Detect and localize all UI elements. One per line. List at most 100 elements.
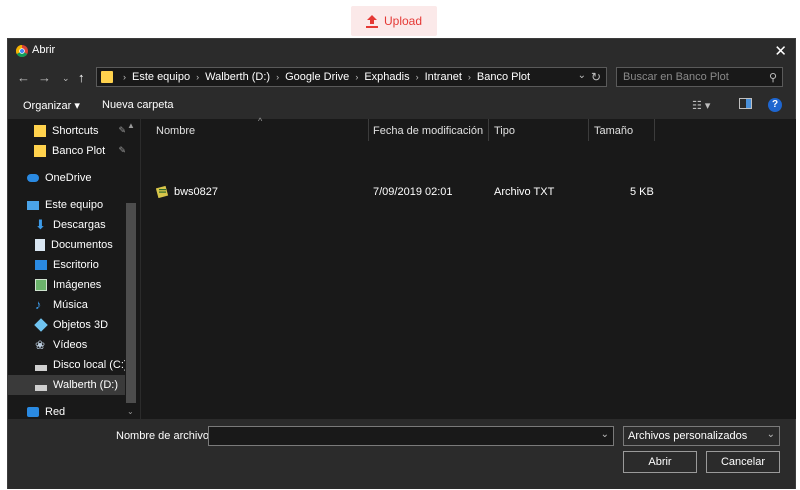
sidebar-scrollbar-thumb[interactable] [126,203,136,403]
sidebar-item-imagenes[interactable]: Imágenes [8,275,128,295]
column-divider[interactable] [488,119,489,141]
breadcrumb: › Este equipo › Walberth (D:) › Google D… [117,71,530,83]
column-header-type[interactable]: Tipo [494,125,515,145]
refresh-icon[interactable]: ↻ [591,70,601,84]
address-bar[interactable]: › Este equipo › Walberth (D:) › Google D… [96,67,607,87]
column-header-modified[interactable]: Fecha de modificación [373,125,483,145]
breadcrumb-item[interactable]: Este equipo [132,71,190,83]
download-icon: ⬇ [35,217,46,232]
search-input[interactable] [623,70,761,84]
breadcrumb-separator-icon: › [196,72,200,82]
preview-pane-icon[interactable] [739,98,752,112]
computer-icon [27,200,39,210]
filetype-value: Archivos personalizados [628,430,748,442]
cancel-button[interactable]: Cancelar [706,451,780,473]
sidebar-item-label: Banco Plot [52,145,106,157]
sidebar-item-este-equipo[interactable]: Este equipo [8,195,128,215]
sidebar-item-shortcuts[interactable]: Shortcuts ✎ [8,121,128,141]
drive-icon [35,384,47,391]
cloud-icon [27,174,39,182]
sidebar-item-onedrive[interactable]: OneDrive [8,168,128,188]
open-button[interactable]: Abrir [623,451,697,473]
breadcrumb-separator-icon: › [123,72,126,82]
new-folder-button[interactable]: Nueva carpeta [102,99,174,111]
breadcrumb-item[interactable]: Banco Plot [477,71,530,83]
column-divider[interactable] [368,119,369,141]
breadcrumb-separator-icon: › [276,72,280,82]
upload-icon [365,14,378,28]
dialog-title: Abrir [32,44,56,56]
sidebar-item-label: Shortcuts [52,125,99,137]
folder-icon [34,145,46,157]
file-name: bws0827 [174,186,219,198]
breadcrumb-item[interactable]: Walberth (D:) [205,71,270,83]
forward-arrow-icon[interactable]: → [38,70,51,85]
sidebar-item-objetos-3d[interactable]: Objetos 3D [8,315,128,335]
sidebar-item-walberth-d[interactable]: Walberth (D:) [8,375,128,395]
sort-ascending-icon: ^ [258,116,263,126]
upload-label: Upload [383,14,423,28]
scroll-down-icon[interactable]: ⌄ [127,407,134,416]
column-divider[interactable] [654,119,655,141]
sidebar-item-label: Objetos 3D [53,319,109,331]
breadcrumb-separator-icon: › [355,72,359,82]
videos-icon: ❀ [35,338,46,352]
navigation-pane: Shortcuts ✎ Banco Plot ✎ OneDrive Este e… [8,119,140,419]
column-divider[interactable] [588,119,589,141]
column-header-name[interactable]: Nombre [156,125,195,145]
sidebar-item-label: Descargas [53,219,106,231]
sidebar-item-disco-local-c[interactable]: Disco local (C:) [8,355,128,375]
breadcrumb-separator-icon: › [467,72,471,82]
text-file-icon [155,185,169,201]
filename-bar: Nombre de archivo: ⌄ Archivos personaliz… [8,419,795,489]
back-arrow-icon[interactable]: ← [17,70,30,85]
network-icon [27,407,39,417]
view-options-icon[interactable]: ☷ ▾ [692,99,710,112]
search-icon[interactable]: ⚲ [769,71,777,84]
breadcrumb-item[interactable]: Google Drive [285,71,349,83]
desktop-icon [35,260,47,270]
sidebar-item-label: Documentos [51,239,113,251]
sidebar-item-label: Escritorio [53,259,99,271]
sidebar-item-label: Música [53,299,88,311]
up-arrow-icon[interactable]: ↑ [78,70,85,85]
sidebar-item-videos[interactable]: ❀ Vídeos [8,335,128,355]
folder-icon [101,71,113,83]
sidebar-item-label: Disco local (C:) [53,359,128,371]
organize-button[interactable]: Organizar ▾ [23,99,80,112]
breadcrumb-item[interactable]: Intranet [425,71,462,83]
documents-icon [35,239,45,251]
navigation-bar: ← → ⌄ ↑ › Este equipo › Walberth (D:) › … [8,63,795,93]
close-icon[interactable]: ✕ [774,42,787,60]
column-header-size[interactable]: Tamaño [594,125,633,145]
pictures-icon [35,279,47,291]
scroll-up-icon[interactable]: ▲ [127,121,135,130]
file-size: 5 KB [630,186,654,198]
address-dropdown-icon[interactable]: ⌄ [578,70,586,81]
recent-locations-chevron-icon[interactable]: ⌄ [62,73,70,84]
objects3d-icon [34,318,48,332]
sidebar-item-red[interactable]: Red [8,402,128,419]
breadcrumb-separator-icon: › [415,72,419,82]
file-list-pane: Nombre ^ Fecha de modificación Tipo Tama… [140,116,796,419]
file-type: Archivo TXT [494,186,555,198]
sidebar-item-banco-plot[interactable]: Banco Plot ✎ [8,141,128,161]
sidebar-item-documentos[interactable]: Documentos [8,235,128,255]
upload-button[interactable]: Upload [351,6,437,36]
sidebar-item-musica[interactable]: ♪ Música [8,295,128,315]
help-icon[interactable]: ? [768,98,782,112]
sidebar-item-descargas[interactable]: ⬇ Descargas [8,215,128,235]
open-file-dialog: Abrir ✕ ← → ⌄ ↑ › Este equipo › Walberth… [7,38,796,489]
file-modified: 7/09/2019 02:01 [373,186,453,198]
music-icon: ♪ [35,297,42,312]
filename-input[interactable] [213,429,593,443]
filetype-select[interactable]: Archivos personalizados ⌄ [623,426,780,446]
table-row[interactable]: bws0827 7/09/2019 02:01 Archivo TXT 5 KB [141,183,796,203]
sidebar-item-escritorio[interactable]: Escritorio [8,255,128,275]
filename-field: ⌄ [208,426,614,446]
dialog-titlebar: Abrir ✕ [8,39,795,63]
chevron-down-icon[interactable]: ⌄ [601,429,609,440]
folder-icon [34,125,46,137]
breadcrumb-item[interactable]: Exphadis [364,71,409,83]
sidebar-item-label: OneDrive [45,172,92,184]
